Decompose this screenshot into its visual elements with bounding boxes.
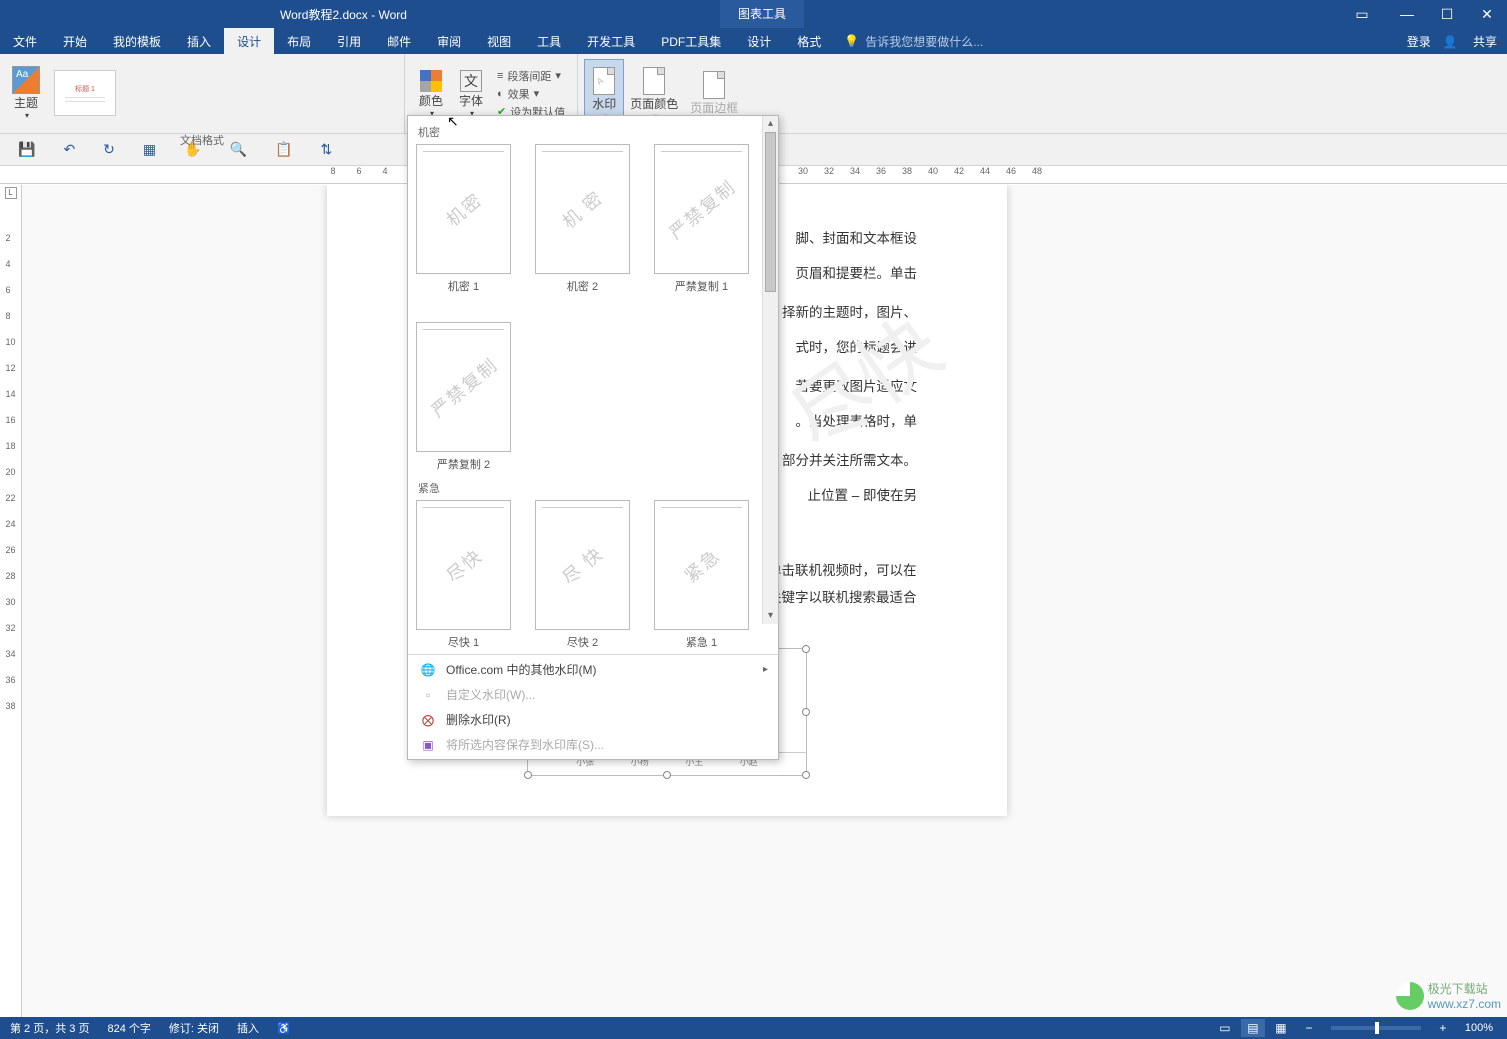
globe-icon: 🌐 <box>420 662 436 678</box>
gallery-menu: 🌐 Office.com 中的其他水印(M) ▸ ▫ 自定义水印(W)... ⨂ 删除水… <box>408 654 778 759</box>
remove-icon: ⨂ <box>420 712 436 728</box>
scroll-up-icon[interactable]: ▴ <box>763 116 778 132</box>
view-web-button[interactable]: ▦ <box>1269 1019 1293 1037</box>
ribbon-options-button[interactable]: ▭ <box>1347 6 1377 23</box>
gallery-remove-label: 删除水印(R) <box>446 711 511 728</box>
document-title: Word教程2.docx - Word <box>280 6 407 23</box>
status-insert[interactable]: 插入 <box>237 1020 259 1036</box>
fonts-icon: 文 <box>460 70 482 92</box>
page-border-label: 页面边框 <box>690 99 738 116</box>
chevron-right-icon: ▸ <box>763 664 768 675</box>
tab-mytemplates[interactable]: 我的模板 <box>100 28 174 54</box>
tell-me-placeholder: 告诉我您想要做什么... <box>865 33 983 50</box>
chevron-down-icon: ▾ <box>25 111 29 120</box>
save-icon: ▣ <box>420 737 436 753</box>
watermark-thumb[interactable]: 尽 快尽快 2 <box>535 500 630 650</box>
page-color-icon <box>643 67 665 95</box>
scroll-thumb[interactable] <box>765 132 776 292</box>
site-url: www.xz7.com <box>1428 997 1501 1011</box>
watermark-gallery: 机密 机密机密 1机 密机密 2严禁复制严禁复制 1严禁复制严禁复制 2 紧急 … <box>407 115 779 760</box>
gallery-office-label: Office.com 中的其他水印(M) <box>446 661 596 678</box>
gallery-save-label: 将所选内容保存到水印库(S)... <box>446 736 604 753</box>
themes-label: 主题 <box>14 94 38 111</box>
tab-file[interactable]: 文件 <box>0 28 50 54</box>
tab-layout[interactable]: 布局 <box>274 28 324 54</box>
tell-me-box[interactable]: 💡 告诉我您想要做什么... <box>834 28 993 54</box>
page-icon: ▫ <box>420 687 436 703</box>
zoom-slider[interactable] <box>1331 1026 1421 1030</box>
share-button[interactable]: 👤 共享 <box>1443 33 1497 50</box>
status-page[interactable]: 第 2 页，共 3 页 <box>10 1020 89 1036</box>
group-label-docformat: 文档格式 <box>0 132 404 150</box>
bulb-icon: 💡 <box>844 34 859 48</box>
page-border-icon <box>703 71 725 99</box>
tab-pdf[interactable]: PDF工具集 <box>648 28 734 54</box>
gallery-custom-label: 自定义水印(W)... <box>446 686 535 703</box>
gallery-save-item[interactable]: ▣ 将所选内容保存到水印库(S)... <box>408 732 778 757</box>
watermark-thumb[interactable]: 严禁复制严禁复制 2 <box>416 322 511 472</box>
doc-style-preview[interactable]: 标题 1 <box>54 70 116 116</box>
tab-tools[interactable]: 工具 <box>524 28 574 54</box>
minimize-button[interactable]: — <box>1387 0 1427 28</box>
site-watermark: 极光下载站 www.xz7.com <box>1396 980 1501 1011</box>
tab-view[interactable]: 视图 <box>474 28 524 54</box>
effects-button[interactable]: ◐ 效果 ▾ <box>497 86 565 102</box>
gallery-category: 机密 <box>416 120 770 144</box>
site-name: 极光下载站 <box>1428 980 1501 997</box>
watermark-thumb[interactable]: 紧急紧急 1 <box>654 500 749 650</box>
watermark-thumb[interactable]: 尽快尽快 1 <box>416 500 511 650</box>
view-read-button[interactable]: ▭ <box>1213 1019 1237 1037</box>
themes-button[interactable]: 主题 ▾ <box>6 58 46 128</box>
title-bar: Word教程2.docx - Word 图表工具 ▭ — ☐ ✕ <box>0 0 1507 28</box>
gallery-remove-item[interactable]: ⨂ 删除水印(R) <box>408 707 778 732</box>
status-track[interactable]: 修订: 关闭 <box>169 1020 219 1036</box>
fonts-label: 字体 <box>459 92 483 109</box>
logo-icon <box>1396 982 1424 1010</box>
tab-insert[interactable]: 插入 <box>174 28 224 54</box>
colors-label: 颜色 <box>419 92 443 109</box>
status-accessibility[interactable]: ♿ <box>277 1022 291 1035</box>
gallery-category: 紧急 <box>416 476 770 500</box>
view-print-button[interactable]: ▤ <box>1241 1019 1265 1037</box>
tab-design[interactable]: 设计 <box>224 28 274 54</box>
vertical-ruler[interactable]: L 2468101214161820222426283032343638 <box>0 185 22 1017</box>
maximize-button[interactable]: ☐ <box>1427 0 1467 28</box>
tab-mail[interactable]: 邮件 <box>374 28 424 54</box>
zoom-in-button[interactable]: + <box>1431 1019 1455 1037</box>
gallery-office-item[interactable]: 🌐 Office.com 中的其他水印(M) ▸ <box>408 657 778 682</box>
tab-chart-design[interactable]: 设计 <box>734 28 784 54</box>
watermark-label: 水印 <box>592 95 616 112</box>
para-label: 段落间距 <box>507 68 551 84</box>
paragraph-spacing-button[interactable]: ≡ 段落间距 ▾ <box>497 68 565 84</box>
gallery-scrollbar[interactable]: ▴ ▾ <box>762 116 778 624</box>
colors-icon <box>420 70 442 92</box>
themes-icon <box>12 66 40 94</box>
watermark-thumb[interactable]: 机 密机密 2 <box>535 144 630 294</box>
tab-review[interactable]: 审阅 <box>424 28 474 54</box>
effects-label: 效果 <box>508 86 530 102</box>
share-label: 共享 <box>1473 35 1497 49</box>
tab-home[interactable]: 开始 <box>50 28 100 54</box>
tab-chart-format[interactable]: 格式 <box>784 28 834 54</box>
page-color-label: 页面颜色 <box>630 95 678 112</box>
login-link[interactable]: 登录 <box>1407 33 1431 50</box>
tab-references[interactable]: 引用 <box>324 28 374 54</box>
watermark-icon: A <box>593 67 615 95</box>
gallery-custom-item[interactable]: ▫ 自定义水印(W)... <box>408 682 778 707</box>
watermark-thumb[interactable]: 机密机密 1 <box>416 144 511 294</box>
context-tool-label: 图表工具 <box>720 0 804 28</box>
watermark-thumb[interactable]: 严禁复制严禁复制 1 <box>654 144 749 294</box>
zoom-out-button[interactable]: − <box>1297 1019 1321 1037</box>
status-words[interactable]: 824 个字 <box>107 1020 150 1036</box>
zoom-level[interactable]: 100% <box>1465 1022 1493 1034</box>
ruler-corner[interactable]: L <box>5 187 17 199</box>
tab-developer[interactable]: 开发工具 <box>574 28 648 54</box>
status-bar: 第 2 页，共 3 页 824 个字 修订: 关闭 插入 ♿ ▭ ▤ ▦ − +… <box>0 1017 1507 1039</box>
style-title: 标题 1 <box>75 84 95 94</box>
close-button[interactable]: ✕ <box>1467 0 1507 28</box>
scroll-down-icon[interactable]: ▾ <box>763 608 778 624</box>
ribbon-tabs: 文件 开始 我的模板 插入 设计 布局 引用 邮件 审阅 视图 工具 开发工具 … <box>0 28 1507 54</box>
